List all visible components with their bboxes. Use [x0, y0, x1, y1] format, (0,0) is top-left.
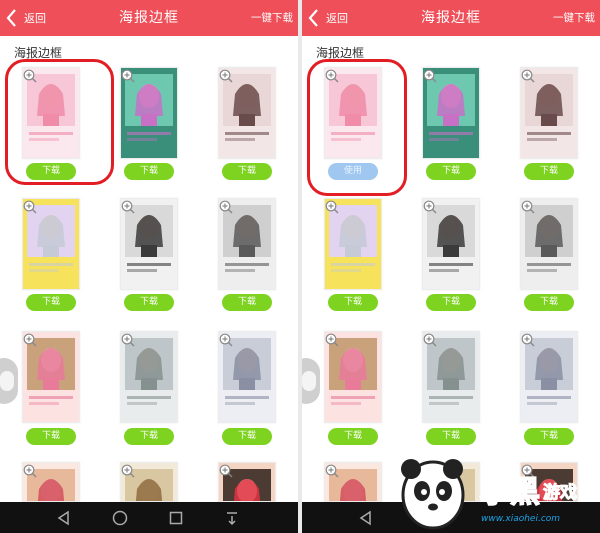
zoom-in-icon [121, 333, 135, 347]
download-button[interactable]: 下载 [426, 163, 476, 180]
download-button[interactable]: 下载 [524, 428, 574, 445]
zoom-in-icon [121, 69, 135, 83]
zoom-in-icon [423, 333, 437, 347]
download-button[interactable]: 下载 [222, 294, 272, 311]
zoom-in-button[interactable] [325, 332, 339, 347]
recents-square-icon [169, 511, 183, 524]
nav-home-button[interactable] [90, 502, 150, 533]
zoom-in-button[interactable] [219, 463, 233, 478]
screen-left: 返回 海报边框 一键下载 海报边框 下载 下载 下载 下载 下载 下载 下载 下载 下载 [0, 0, 298, 533]
zoom-in-button[interactable] [423, 199, 437, 214]
zoom-in-icon [325, 333, 339, 347]
zoom-in-button[interactable] [23, 68, 37, 83]
zoom-in-icon [121, 200, 135, 214]
zoom-in-icon [521, 333, 535, 347]
zoom-in-button[interactable] [23, 463, 37, 478]
zoom-in-button[interactable] [521, 199, 535, 214]
download-button[interactable]: 下载 [124, 428, 174, 445]
zoom-in-icon [23, 69, 37, 83]
zoom-in-icon [219, 333, 233, 347]
zoom-in-button[interactable] [121, 332, 135, 347]
zoom-in-icon [325, 200, 339, 214]
zoom-in-icon [219, 69, 233, 83]
download-button[interactable]: 下载 [222, 428, 272, 445]
download-button[interactable]: 下载 [328, 428, 378, 445]
back-triangle-icon [57, 510, 69, 525]
screenshot-composite: 返回 海报边框 一键下载 海报边框 下载 下载 下载 下载 下载 下载 下载 下载 下载 返回 … [0, 0, 600, 533]
download-button[interactable]: 下载 [124, 294, 174, 311]
zoom-in-icon [23, 200, 37, 214]
zoom-in-icon [521, 69, 535, 83]
zoom-in-button[interactable] [521, 332, 535, 347]
download-button[interactable]: 下载 [26, 428, 76, 445]
download-button[interactable]: 下载 [524, 163, 574, 180]
nav-back-button[interactable] [336, 502, 396, 533]
zoom-in-button[interactable] [325, 68, 339, 83]
zoom-in-icon [23, 333, 37, 347]
nav-notification-button[interactable] [202, 502, 262, 533]
system-nav-bar [0, 502, 298, 533]
svg-text:小黑: 小黑 [480, 475, 540, 510]
zoom-in-icon [423, 69, 437, 83]
zoom-in-icon [521, 200, 535, 214]
zoom-in-icon [325, 464, 339, 478]
download-all-button[interactable]: 一键下载 [251, 0, 293, 36]
zoom-in-icon [423, 200, 437, 214]
zoom-in-button[interactable] [423, 68, 437, 83]
download-button[interactable]: 下载 [426, 428, 476, 445]
nav-recents-button[interactable] [146, 502, 206, 533]
download-button[interactable]: 下载 [222, 163, 272, 180]
nav-back-button[interactable] [34, 502, 94, 533]
zoom-in-button[interactable] [521, 68, 535, 83]
zoom-in-button[interactable] [219, 199, 233, 214]
zoom-in-button[interactable] [423, 332, 437, 347]
zoom-in-button[interactable] [219, 332, 233, 347]
svg-text:游戏: 游戏 [543, 482, 577, 503]
zoom-in-button[interactable] [325, 199, 339, 214]
top-bar: 返回 海报边框 一键下载 [302, 0, 600, 36]
floating-side-handle[interactable] [0, 358, 18, 404]
zoom-in-button[interactable] [121, 68, 135, 83]
zoom-in-button[interactable] [23, 332, 37, 347]
section-title: 海报边框 [14, 46, 63, 60]
use-button[interactable]: 使用 [328, 163, 378, 180]
download-button[interactable]: 下载 [124, 163, 174, 180]
download-button[interactable]: 下载 [524, 294, 574, 311]
download-all-button[interactable]: 一键下载 [553, 0, 595, 36]
zoom-in-button[interactable] [23, 199, 37, 214]
home-circle-icon [112, 510, 128, 525]
zoom-in-button[interactable] [219, 68, 233, 83]
zoom-in-icon [325, 69, 339, 83]
section-title: 海报边框 [316, 46, 365, 60]
svg-text:www.xiaohei.com: www.xiaohei.com [481, 514, 560, 524]
floating-side-handle[interactable] [302, 358, 320, 404]
download-button[interactable]: 下载 [328, 294, 378, 311]
zoom-in-button[interactable] [325, 463, 339, 478]
xiaohei-watermark-logo: 小黑 游戏 www.xiaohei.com [401, 459, 578, 530]
zoom-in-button[interactable] [121, 199, 135, 214]
zoom-in-icon [23, 464, 37, 478]
top-bar: 返回 海报边框 一键下载 [0, 0, 298, 36]
screen-right: 返回 海报边框 一键下载 海报边框 使用 下载 下载 下载 下载 下载 下载 下载 下载 [302, 0, 600, 533]
back-triangle-icon [359, 510, 371, 525]
download-button[interactable]: 下载 [426, 294, 476, 311]
download-button[interactable]: 下载 [26, 294, 76, 311]
notification-pull-icon [227, 511, 237, 525]
zoom-in-icon [219, 464, 233, 478]
zoom-in-icon [219, 200, 233, 214]
zoom-in-icon [121, 464, 135, 478]
zoom-in-button[interactable] [121, 463, 135, 478]
download-button[interactable]: 下载 [26, 163, 76, 180]
